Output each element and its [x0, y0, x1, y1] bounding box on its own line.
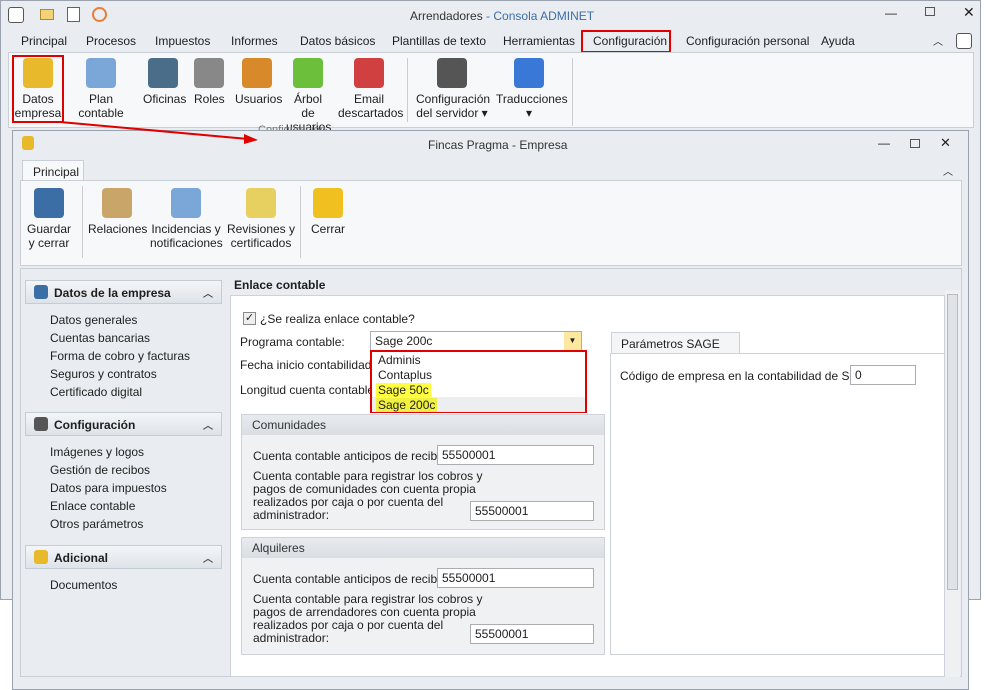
- checkbox-label: ¿Se realiza enlace contable?: [260, 312, 415, 326]
- option-adminis[interactable]: Adminis: [376, 353, 423, 367]
- group-title: Comunidades: [242, 415, 604, 435]
- section-header: Enlace contable: [234, 278, 326, 292]
- fecha-label: Fecha inicio contabilidad:: [240, 358, 375, 372]
- alquileres-group: Alquileres Cuenta contable anticipos de …: [241, 537, 605, 655]
- nav-item[interactable]: Otros parámetros: [50, 517, 143, 531]
- nav-item[interactable]: Documentos: [50, 578, 117, 592]
- nav-item[interactable]: Forma de cobro y facturas: [50, 349, 190, 363]
- option-sage-50c[interactable]: Sage 50c: [376, 383, 431, 397]
- option-contaplus[interactable]: Contaplus: [376, 368, 434, 382]
- enlace-checkbox[interactable]: ✓: [243, 312, 256, 325]
- section-header[interactable]: Datos de la empresa ︿: [25, 280, 222, 304]
- database-icon: [34, 550, 48, 564]
- chevron-down-icon[interactable]: ▼: [564, 332, 581, 350]
- anticipos-input[interactable]: 55500001: [437, 568, 594, 588]
- sage-panel: [610, 353, 945, 655]
- programa-dropdown: Adminis Contaplus Sage 50c Sage 200c: [370, 350, 587, 413]
- cobros-label: administrador:: [253, 631, 330, 645]
- tab-parametros-sage[interactable]: Parámetros SAGE 200c: [611, 332, 740, 365]
- cobros-input[interactable]: 55500001: [470, 624, 594, 644]
- chevron-up-icon[interactable]: ︿: [203, 417, 213, 432]
- tools-icon: [34, 417, 48, 431]
- chevron-up-icon[interactable]: ︿: [203, 285, 213, 300]
- chevron-up-icon[interactable]: ︿: [203, 550, 213, 565]
- nav-item[interactable]: Datos generales: [50, 313, 137, 327]
- programa-select[interactable]: Sage 200c: [370, 331, 582, 351]
- section-header[interactable]: Configuración ︿: [25, 412, 222, 436]
- nav-item[interactable]: Certificado digital: [50, 385, 142, 399]
- scrollbar-thumb[interactable]: [947, 294, 958, 590]
- comunidades-group: Comunidades Cuenta contable anticipos de…: [241, 414, 605, 530]
- anticipos-label: Cuenta contable anticipos de recibos:: [253, 449, 454, 463]
- user-icon: [34, 285, 48, 299]
- anticipos-input[interactable]: 55500001: [437, 445, 594, 465]
- anticipos-label: Cuenta contable anticipos de recibos:: [253, 572, 454, 586]
- nav-item[interactable]: Cuentas bancarias: [50, 331, 150, 345]
- section-title: Adicional: [54, 551, 109, 565]
- cobros-label: administrador:: [253, 508, 330, 522]
- nav-item[interactable]: Enlace contable: [50, 499, 135, 513]
- nav-item[interactable]: Imágenes y logos: [50, 445, 144, 459]
- codigo-label: Código de empresa en la contabilidad de …: [620, 369, 873, 383]
- nav-item[interactable]: Datos para impuestos: [50, 481, 167, 495]
- programa-label: Programa contable:: [240, 335, 345, 349]
- scrollbar[interactable]: [945, 290, 960, 677]
- section-title: Datos de la empresa: [54, 286, 171, 300]
- group-title: Alquileres: [242, 538, 604, 558]
- option-sage-200c[interactable]: Sage 200c: [376, 398, 438, 412]
- programa-value: Sage 200c: [375, 334, 433, 348]
- section-title: Configuración: [54, 418, 136, 432]
- codigo-input[interactable]: 0: [850, 365, 916, 385]
- longitud-label: Longitud cuenta contable:: [240, 383, 378, 397]
- nav-item[interactable]: Seguros y contratos: [50, 367, 157, 381]
- nav-item[interactable]: Gestión de recibos: [50, 463, 150, 477]
- cobros-input[interactable]: 55500001: [470, 501, 594, 521]
- section-header[interactable]: Adicional ︿: [25, 545, 222, 569]
